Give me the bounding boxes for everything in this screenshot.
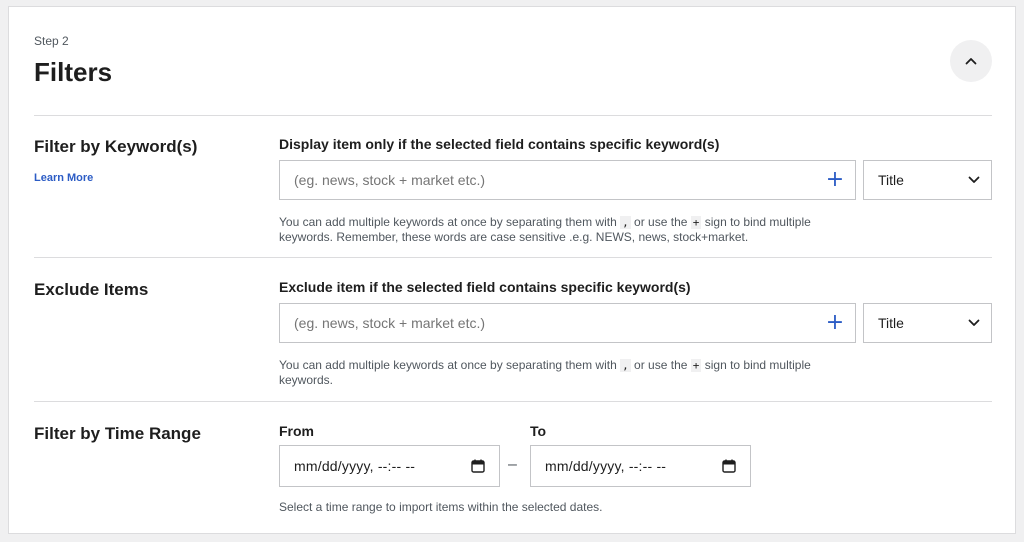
from-date-value: mm/dd/yyyy, --:-- -- bbox=[294, 458, 416, 474]
to-date-value: mm/dd/yyyy, --:-- -- bbox=[545, 458, 667, 474]
keyword-filter-row: Filter by Keyword(s) Learn More Display … bbox=[34, 115, 992, 258]
exclude-input-wrapper: + bbox=[279, 303, 856, 343]
chevron-down-icon bbox=[968, 319, 980, 326]
comma-chip: , bbox=[620, 216, 631, 229]
from-date-input[interactable]: mm/dd/yyyy, --:-- -- bbox=[279, 445, 500, 487]
exclude-field-select[interactable]: Title bbox=[863, 303, 992, 343]
date-range-separator: – bbox=[508, 456, 517, 473]
keyword-field-select[interactable]: Title bbox=[863, 160, 992, 200]
keyword-help-part4: keywords. Remember, these words are case… bbox=[279, 230, 749, 244]
to-label: To bbox=[530, 423, 547, 439]
add-keyword-button[interactable]: + bbox=[821, 166, 849, 194]
calendar-icon[interactable] bbox=[722, 459, 736, 473]
comma-chip: , bbox=[620, 359, 631, 372]
time-filter-title: Filter by Time Range bbox=[34, 424, 201, 443]
plus-chip: + bbox=[690, 359, 702, 372]
keyword-field-select-value: Title bbox=[878, 172, 904, 188]
calendar-icon[interactable] bbox=[471, 459, 485, 473]
to-date-input[interactable]: mm/dd/yyyy, --:-- -- bbox=[530, 445, 751, 487]
keyword-help-text: You can add multiple keywords at once by… bbox=[279, 215, 859, 245]
add-exclude-keyword-button[interactable]: + bbox=[821, 309, 849, 337]
keyword-input-wrapper: + bbox=[279, 160, 856, 200]
exclude-help-part4: keywords. bbox=[279, 373, 334, 387]
collapse-button[interactable] bbox=[950, 40, 992, 82]
exclude-help-part1: You can add multiple keywords at once by… bbox=[279, 358, 621, 372]
time-help-text: Select a time range to import items with… bbox=[279, 500, 603, 514]
keyword-filter-title: Filter by Keyword(s) bbox=[34, 137, 198, 156]
exclude-help-part3: sign to bind multiple bbox=[701, 358, 811, 372]
step-label: Step 2 bbox=[34, 34, 69, 48]
keyword-help-part3: sign to bind multiple bbox=[701, 215, 811, 229]
time-filter-row: Filter by Time Range From To mm/dd/yyyy,… bbox=[34, 402, 992, 532]
exclude-help-part2: or use the bbox=[630, 358, 691, 372]
keyword-field-label: Display item only if the selected field … bbox=[279, 136, 720, 152]
keyword-help-part2: or use the bbox=[630, 215, 691, 229]
plus-chip: + bbox=[690, 216, 702, 229]
learn-more-link[interactable]: Learn More bbox=[34, 172, 93, 184]
filters-panel: Step 2 Filters Filter by Keyword(s) Lear… bbox=[8, 6, 1016, 534]
exclude-filter-title: Exclude Items bbox=[34, 280, 149, 299]
from-label: From bbox=[279, 423, 314, 439]
exclude-field-label: Exclude item if the selected field conta… bbox=[279, 279, 691, 295]
chevron-up-icon bbox=[965, 58, 977, 65]
exclude-filter-row: Exclude Items Exclude item if the select… bbox=[34, 258, 992, 402]
filters-header: Step 2 Filters bbox=[34, 7, 992, 116]
exclude-help-text: You can add multiple keywords at once by… bbox=[279, 358, 859, 388]
exclude-input[interactable] bbox=[280, 304, 820, 342]
keyword-help-part1: You can add multiple keywords at once by… bbox=[279, 215, 621, 229]
keyword-input[interactable] bbox=[280, 161, 820, 199]
page-title: Filters bbox=[34, 57, 113, 87]
exclude-field-select-value: Title bbox=[878, 315, 904, 331]
chevron-down-icon bbox=[968, 176, 980, 183]
